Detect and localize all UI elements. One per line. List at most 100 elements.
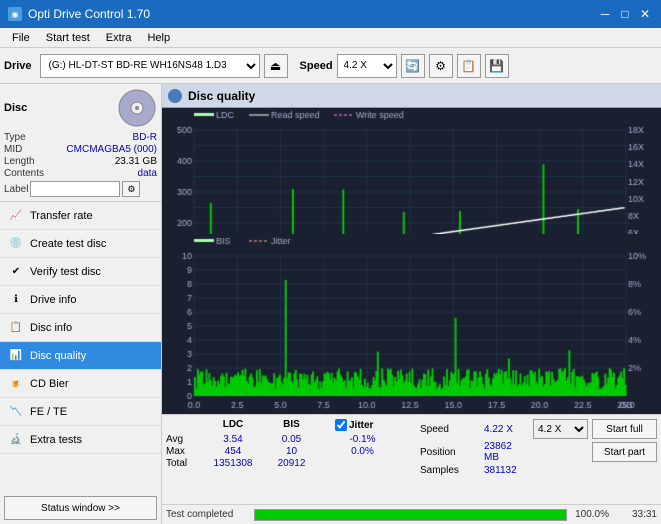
bottom-bar: Test completed 100.0% 33:31 [162, 504, 661, 524]
menu-file[interactable]: File [4, 30, 38, 46]
stats-total-label: Total [166, 458, 202, 469]
refresh-button[interactable]: 🔄 [401, 54, 425, 78]
nav-disc-quality-label: Disc quality [30, 350, 86, 362]
time-text: 33:31 [617, 509, 657, 520]
nav-drive-info[interactable]: ℹ Drive info [0, 286, 161, 314]
stats-avg-jitter: -0.1% [335, 434, 390, 445]
nav-disc-info[interactable]: 📋 Disc info [0, 314, 161, 342]
maximize-button[interactable]: □ [617, 6, 633, 22]
close-button[interactable]: ✕ [637, 6, 653, 22]
nav-disc-info-label: Disc info [30, 322, 72, 334]
top-chart [162, 108, 661, 234]
disc-mid-row: MID CMCMAGBA5 (000) [4, 144, 157, 155]
stats-total-bis: 20912 [264, 458, 319, 469]
menu-help[interactable]: Help [139, 30, 178, 46]
disc-title: Disc [4, 102, 27, 114]
jitter-checkbox-container: Jitter [335, 419, 373, 431]
main-content: Disc Type BD-R MID CMCMAGBA5 (000) [0, 84, 661, 524]
start-full-button[interactable]: Start full [592, 419, 657, 439]
app-title: Opti Drive Control 1.70 [28, 7, 150, 21]
save-button[interactable]: 💾 [485, 54, 509, 78]
disc-quality-icon: 📊 [8, 348, 24, 364]
stats-ldc-header: LDC [202, 419, 264, 431]
jitter-checkbox[interactable] [335, 419, 347, 431]
minimize-button[interactable]: ─ [597, 6, 613, 22]
create-test-disc-icon: 💿 [8, 236, 24, 252]
disc-type-label: Type [4, 132, 26, 143]
progress-bar-container [254, 509, 567, 521]
right-panel: Disc quality LDC BIS [162, 84, 661, 524]
disc-info-icon: 📋 [8, 320, 24, 336]
speed-select[interactable]: 4.2 X [337, 54, 397, 78]
stats-position-value: 23862 MB [484, 441, 529, 463]
stats-bar: LDC BIS Jitter Avg 3.54 0.05 -0.1% [162, 414, 661, 504]
title-bar-left: ◉ Opti Drive Control 1.70 [8, 7, 150, 21]
cd-bier-icon: 🍺 [8, 376, 24, 392]
drive-info-icon: ℹ [8, 292, 24, 308]
nav-fe-te[interactable]: 📉 FE / TE [0, 398, 161, 426]
drive-select[interactable]: (G:) HL-DT-ST BD-RE WH16NS48 1.D3 [40, 54, 260, 78]
nav-disc-quality[interactable]: 📊 Disc quality [0, 342, 161, 370]
chart-header-title: Disc quality [188, 89, 255, 103]
disc-panel: Disc Type BD-R MID CMCMAGBA5 (000) [0, 84, 161, 202]
charts-container [162, 108, 661, 414]
nav-fe-te-label: FE / TE [30, 406, 67, 418]
stats-speed-value: 4.22 X [484, 424, 529, 435]
nav-extra-tests-label: Extra tests [30, 434, 82, 446]
disc-label-input[interactable] [30, 181, 120, 197]
stats-max-ldc: 454 [202, 446, 264, 457]
stats-avg-label: Avg [166, 434, 202, 445]
stats-samples-value: 381132 [484, 465, 529, 476]
disc-type-value: BD-R [133, 132, 157, 143]
app-window: ◉ Opti Drive Control 1.70 ─ □ ✕ File Sta… [0, 0, 661, 524]
menu-start-test[interactable]: Start test [38, 30, 98, 46]
disc-contents-label: Contents [4, 168, 44, 179]
nav-verify-test-disc[interactable]: ✔ Verify test disc [0, 258, 161, 286]
fe-te-icon: 📉 [8, 404, 24, 420]
stats-max-jitter: 0.0% [335, 446, 390, 457]
nav-cd-bier-label: CD Bier [30, 378, 69, 390]
disc-contents-row: Contents data [4, 168, 157, 179]
stats-position-label: Position [420, 447, 480, 458]
disc-length-value: 23.31 GB [115, 156, 157, 167]
nav-extra-tests[interactable]: 🔬 Extra tests [0, 426, 161, 454]
stats-avg-ldc: 3.54 [202, 434, 264, 445]
title-bar: ◉ Opti Drive Control 1.70 ─ □ ✕ [0, 0, 661, 28]
disc-label-row: Label ⚙ [4, 181, 157, 197]
progress-pct: 100.0% [575, 509, 609, 520]
stats-avg-bis: 0.05 [264, 434, 319, 445]
nav-transfer-rate[interactable]: 📈 Transfer rate [0, 202, 161, 230]
nav-create-test-disc-label: Create test disc [30, 238, 106, 250]
extra-tests-icon: 🔬 [8, 432, 24, 448]
bottom-chart [162, 234, 661, 414]
settings-button1[interactable]: ⚙ [429, 54, 453, 78]
disc-mid-label: MID [4, 144, 22, 155]
nav-verify-test-disc-label: Verify test disc [30, 266, 101, 278]
disc-mid-value: CMCMAGBA5 (000) [66, 144, 157, 155]
speed-dropdown[interactable]: 4.2 X [533, 419, 588, 439]
settings-button2[interactable]: 📋 [457, 54, 481, 78]
drive-label: Drive [4, 60, 32, 72]
title-bar-controls: ─ □ ✕ [597, 6, 653, 22]
disc-length-row: Length 23.31 GB [4, 156, 157, 167]
app-icon: ◉ [8, 7, 22, 21]
nav-create-test-disc[interactable]: 💿 Create test disc [0, 230, 161, 258]
toolbar: Drive (G:) HL-DT-ST BD-RE WH16NS48 1.D3 … [0, 48, 661, 84]
start-part-button[interactable]: Start part [592, 442, 657, 462]
speed-label: Speed [300, 60, 333, 72]
disc-label-button[interactable]: ⚙ [122, 181, 140, 197]
status-window-button[interactable]: Status window >> [4, 496, 157, 520]
stats-total-ldc: 1351308 [202, 458, 264, 469]
eject-button[interactable]: ⏏ [264, 54, 288, 78]
nav-drive-info-label: Drive info [30, 294, 76, 306]
stats-bis-header: BIS [264, 419, 319, 431]
stats-samples-label: Samples [420, 465, 480, 476]
nav-items: 📈 Transfer rate 💿 Create test disc ✔ Ver… [0, 202, 161, 492]
nav-cd-bier[interactable]: 🍺 CD Bier [0, 370, 161, 398]
menu-extra[interactable]: Extra [98, 30, 140, 46]
stats-max-label: Max [166, 446, 202, 457]
disc-header: Disc [4, 88, 157, 128]
disc-label-label: Label [4, 184, 28, 195]
stats-speed-label: Speed [420, 424, 480, 435]
chart-header-icon [168, 89, 182, 103]
